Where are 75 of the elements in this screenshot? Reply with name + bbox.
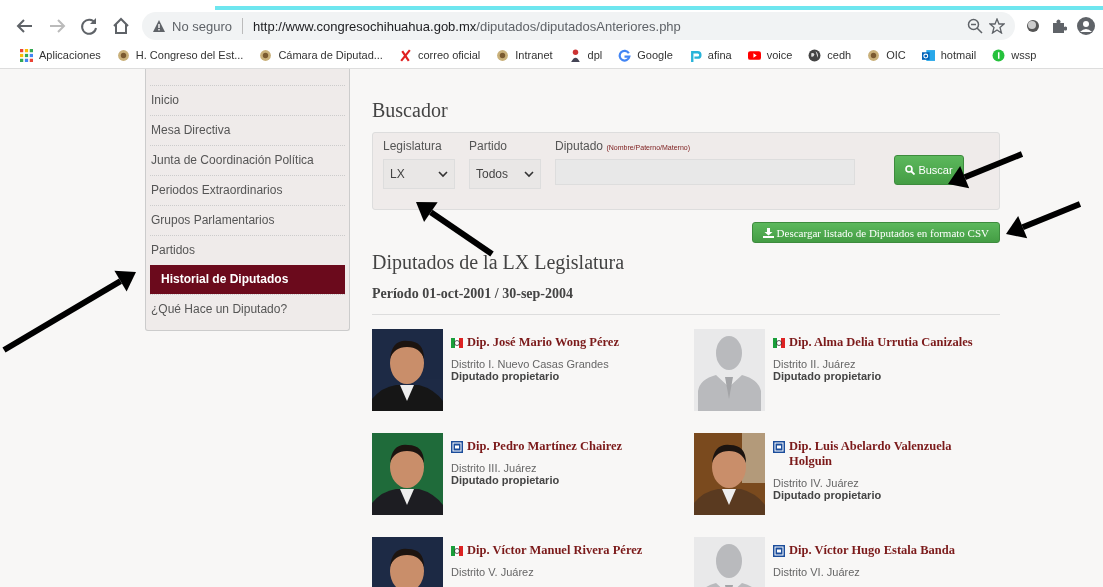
district-text: Distrito III. Juárez <box>451 462 538 474</box>
seal-icon <box>496 48 510 62</box>
party-logo-icon <box>773 337 785 349</box>
sidebar-item[interactable]: ¿Qué Hace un Diputado? <box>150 294 345 324</box>
bookmark-item[interactable]: Aplicaciones <box>20 48 101 62</box>
role-text: Diputado propietario <box>773 370 883 382</box>
address-bar[interactable]: No seguro http://www.congresochihuahua.gob.mx/diputados/diputadosAnteriores.php <box>142 12 1015 40</box>
bookmark-item[interactable]: cedh <box>808 48 852 62</box>
sidebar-item[interactable]: Inicio <box>150 85 345 115</box>
cross-icon <box>398 48 412 62</box>
deputy-name-link[interactable]: Dip. Víctor Hugo Estala Banda <box>773 543 993 558</box>
role-text: Diputado propietario <box>451 474 561 486</box>
seal-icon <box>116 48 130 62</box>
download-icon <box>762 227 774 238</box>
party-logo-icon <box>773 441 785 453</box>
results-heading: Diputados de la LX Legislatura <box>372 251 625 274</box>
bookmark-item[interactable]: correo oficial <box>398 48 481 62</box>
bookmark-item[interactable]: OIC <box>867 48 906 62</box>
period-text: Período 01-oct-2001 / 30-sep-2004 <box>372 286 574 302</box>
seal-icon <box>259 48 273 62</box>
bookmark-item[interactable]: dpl <box>568 48 603 62</box>
puzzle-icon[interactable] <box>1051 18 1067 34</box>
bookmark-item[interactable]: hotmail <box>921 48 977 62</box>
star-icon[interactable] <box>989 18 1005 34</box>
search-icon <box>905 165 916 175</box>
chat-icon <box>992 48 1006 62</box>
afina-icon <box>688 48 702 62</box>
video-play-icon <box>747 48 761 62</box>
warning-icon <box>152 19 166 33</box>
figure-icon <box>568 48 582 62</box>
deputy-name-link[interactable]: Dip. Pedro Martínez Chairez <box>451 439 671 454</box>
sidebar-item[interactable]: Historial de Diputados <box>150 265 345 294</box>
sidebar-item[interactable]: Grupos Parlamentarios <box>150 205 345 235</box>
sidebar-item[interactable]: Junta de Coordinación Política <box>150 145 345 175</box>
field-label: Legislatura <box>383 139 443 153</box>
zoom-out-icon[interactable] <box>967 18 983 34</box>
district-text: Distrito II. Juárez <box>773 358 857 370</box>
bookmark-item[interactable]: Cámara de Diputad... <box>259 48 383 62</box>
bookmark-item[interactable]: afina <box>688 48 732 62</box>
placeholder-silhouette-icon <box>694 329 765 411</box>
url-text: http://www.congresochihuahua.gob.mx/diputados/diputadosAnteriores.php <box>253 18 681 34</box>
deputy-name-link[interactable]: Dip. Luis Abelardo Valenzuela Holguin <box>773 439 993 469</box>
party-logo-icon <box>451 545 463 557</box>
party-logo-icon <box>451 441 463 453</box>
bookmark-item[interactable]: voice <box>747 48 793 62</box>
profile-avatar-icon[interactable] <box>1077 17 1095 35</box>
section-heading: Buscador <box>372 99 448 122</box>
caret-icon <box>438 170 448 178</box>
bookmark-item[interactable]: wssp <box>992 48 1037 62</box>
bookmark-item[interactable]: Google <box>618 48 673 62</box>
bookmark-item[interactable]: Intranet <box>496 48 553 62</box>
deputy-name-link[interactable]: Dip. José Mario Wong Pérez <box>451 335 671 350</box>
sidebar-item[interactable]: Mesa Directiva <box>150 115 345 145</box>
district-text: Distrito I. Nuevo Casas Grandes <box>451 358 610 370</box>
role-text: Diputado propietario <box>773 489 883 501</box>
google-icon <box>618 48 632 62</box>
district-text: Distrito IV. Juárez <box>773 477 860 489</box>
globe-icon <box>808 48 822 62</box>
seal-icon <box>867 48 881 62</box>
partido-dropdown[interactable]: Todos <box>469 159 541 189</box>
bookmark-item[interactable]: H. Congreso del Est... <box>116 48 244 62</box>
district-text: Distrito VI. Juárez <box>773 566 861 578</box>
security-label: No seguro <box>172 18 232 34</box>
deputy-name-link[interactable]: Dip. Alma Delia Urrutia Canizales <box>773 335 993 350</box>
apps-grid-icon <box>20 48 33 62</box>
sidebar-item[interactable]: Periodos Extraordinarios <box>150 175 345 205</box>
district-text: Distrito V. Juárez <box>451 566 535 578</box>
mail-icon <box>921 48 935 62</box>
role-text: Diputado propietario <box>451 370 561 382</box>
deputy-name-link[interactable]: Dip. Víctor Manuel Rivera Pérez <box>451 543 671 558</box>
field-label: Partido <box>469 139 509 153</box>
party-logo-icon <box>773 545 785 557</box>
caret-icon <box>524 170 534 178</box>
legislatura-dropdown[interactable]: LX <box>383 159 455 189</box>
party-logo-icon <box>451 337 463 349</box>
